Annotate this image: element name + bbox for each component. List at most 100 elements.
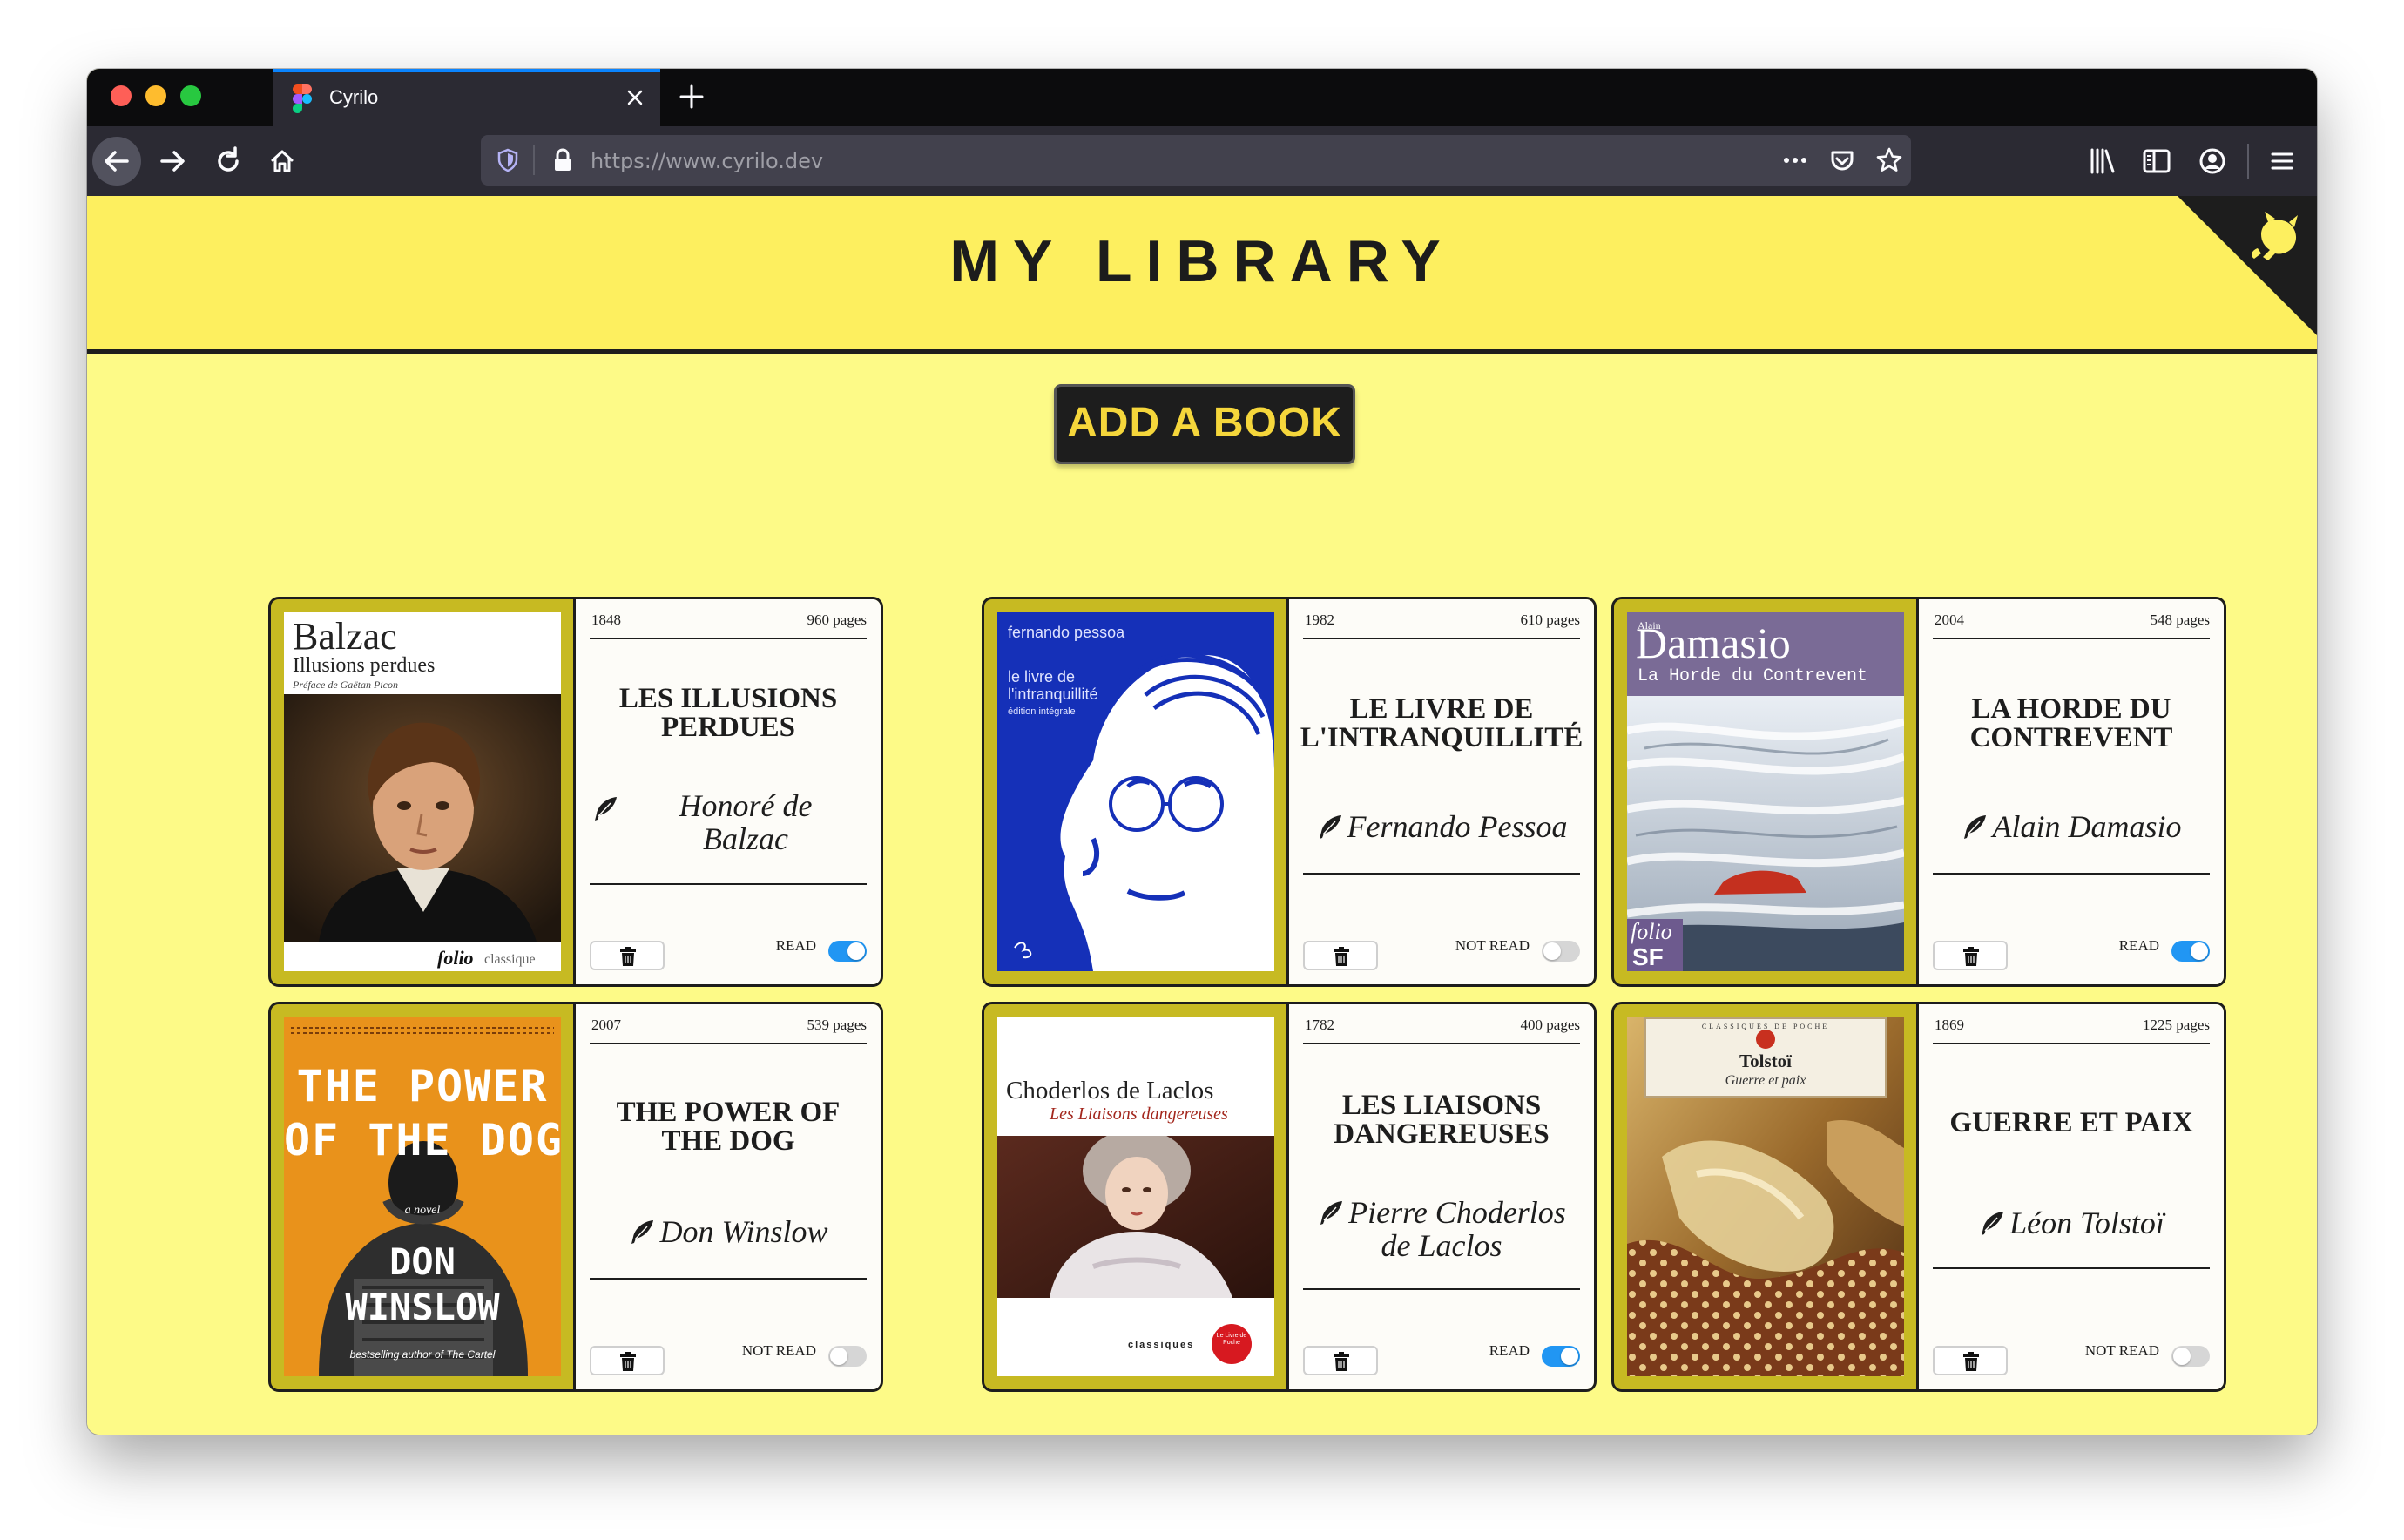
maximize-window-button[interactable]: [180, 85, 201, 106]
book-cover-frame: Alain Damasio La Horde du Contrevent fol…: [1614, 599, 1919, 984]
book-card: Choderlos de Laclos Les Liaisons dangere…: [982, 1002, 1597, 1392]
divider: [590, 1043, 867, 1044]
read-toggle[interactable]: [828, 1346, 867, 1367]
book-title: LA HORDE DU CONTREVENT: [1969, 693, 2173, 753]
read-status-label: READ: [1489, 1342, 1530, 1359]
close-tab-icon[interactable]: [622, 84, 648, 111]
divider: [1933, 873, 2210, 875]
book-year: 1782: [1305, 1017, 1334, 1033]
book-year: 1869: [1935, 1017, 1964, 1033]
book-cover-tolstoi: CLASSIQUES DE POCHE Tolstoï Guerre et pa…: [1627, 1017, 1904, 1376]
cover-tag: a novel: [404, 1204, 441, 1217]
delete-button[interactable]: [590, 1346, 665, 1375]
book-title: GUERRE ET PAIX: [1949, 1107, 2193, 1138]
read-status-label: READ: [2118, 937, 2159, 954]
library-icon[interactable]: [2087, 145, 2118, 177]
new-tab-icon[interactable]: [676, 81, 707, 112]
author-line: Balzac: [703, 821, 788, 856]
shield-icon[interactable]: [495, 147, 521, 173]
trash-icon: [620, 947, 636, 966]
account-icon[interactable]: [2197, 145, 2228, 177]
minimize-window-button[interactable]: [145, 85, 166, 106]
book-pages: 539 pages: [807, 1017, 867, 1033]
toggle-knob: [2173, 1348, 2191, 1365]
cover-publisher: Le Livre de Poche: [1216, 1333, 1247, 1346]
book-info: 2007 539 pages THE POWER OF THE DOG Don …: [576, 1004, 881, 1389]
trash-icon: [1334, 1352, 1349, 1371]
forward-button[interactable]: [148, 137, 197, 186]
cover-title: THE POWER: [296, 1061, 549, 1111]
book-cover-winslow: THE POWER OF THE DOG a novel DON WINSLOW…: [284, 1017, 561, 1376]
delete-button[interactable]: [590, 941, 665, 970]
read-toggle[interactable]: [1542, 1346, 1580, 1367]
book-cover-frame: THE POWER OF THE DOG a novel DON WINSLOW…: [271, 1004, 576, 1389]
delete-button[interactable]: [1303, 941, 1378, 970]
toolbar-divider: [2247, 144, 2249, 179]
read-toggle[interactable]: [2171, 1346, 2210, 1367]
delete-button[interactable]: [1303, 1346, 1378, 1375]
navigation-bar: https://www.cyrilo.dev: [87, 126, 2317, 197]
page-content: MY LIBRARY ADD A BOOK Balzac Illusions p…: [87, 196, 2317, 1435]
book-card: Alain Damasio La Horde du Contrevent fol…: [1611, 597, 2226, 987]
trash-icon: [1334, 947, 1349, 966]
figma-icon: [293, 84, 312, 114]
cover-author: DON: [389, 1240, 456, 1283]
book-title: THE POWER OF THE DOG: [616, 1097, 841, 1157]
cover-title: Les Liaisons dangereuses: [1050, 1104, 1228, 1124]
toggle-knob: [2191, 942, 2208, 960]
book-info: 1982 610 pages LE LIVRE DE L'INTRANQUILL…: [1289, 599, 1594, 984]
github-corner-icon[interactable]: [2178, 196, 2317, 335]
cover-title: Guerre et paix: [1725, 1073, 1806, 1088]
cover-collection: classique: [484, 952, 536, 967]
more-icon[interactable]: [1780, 147, 1810, 173]
book-cover-laclos: Choderlos de Laclos Les Liaisons dangere…: [997, 1017, 1274, 1376]
book-card: fernando pessoa le livre de l'intranquil…: [982, 597, 1597, 987]
cover-title: l'intranquillité: [1008, 686, 1098, 703]
cover-author: fernando pessoa: [1008, 624, 1125, 641]
book-card: Balzac Illusions perdues Préface de Gaët…: [268, 597, 883, 987]
book-title: LES ILLUSIONS PERDUES: [618, 683, 838, 743]
trash-icon: [1963, 947, 1979, 966]
home-button[interactable]: [258, 137, 307, 186]
publisher-seal: [1756, 1030, 1775, 1049]
cover-label: CLASSIQUES DE POCHE Tolstoï Guerre et pa…: [1644, 1017, 1887, 1098]
book-author: Honoré de Balzac: [625, 789, 867, 855]
lock-icon[interactable]: [550, 147, 575, 173]
back-button[interactable]: [92, 137, 141, 186]
tab-cyrilo[interactable]: Cyrilo: [273, 69, 660, 126]
menu-icon[interactable]: [2266, 145, 2298, 177]
book-pages: 548 pages: [2150, 611, 2210, 628]
book-card: THE POWER OF THE DOG a novel DON WINSLOW…: [268, 1002, 883, 1392]
reload-button[interactable]: [204, 137, 253, 186]
sidebar-icon[interactable]: [2141, 145, 2172, 177]
read-toggle[interactable]: [828, 941, 867, 962]
read-toggle[interactable]: [1542, 941, 1580, 962]
book-cover-frame: fernando pessoa le livre de l'intranquil…: [984, 599, 1289, 984]
divider: [1303, 638, 1580, 639]
read-toggle[interactable]: [2171, 941, 2210, 962]
quill-icon: [631, 1220, 654, 1244]
close-window-button[interactable]: [111, 85, 132, 106]
author-line: Pierre Choderlos: [1348, 1195, 1566, 1230]
url-text[interactable]: https://www.cyrilo.dev: [591, 149, 823, 173]
portrait-illustration: [997, 1136, 1274, 1298]
cover-publisher: folio: [1631, 919, 1672, 944]
book-cover-frame: Balzac Illusions perdues Préface de Gaët…: [271, 599, 576, 984]
tab-strip: Cyrilo: [87, 69, 2317, 126]
cover-author: WINSLOW: [345, 1286, 500, 1328]
pocket-icon[interactable]: [1827, 145, 1857, 175]
cover-blurb: bestselling author of The Cartel: [349, 1348, 496, 1361]
url-divider: [533, 145, 535, 175]
delete-button[interactable]: [1933, 941, 2008, 970]
arrow-left-icon: [105, 151, 129, 172]
star-icon[interactable]: [1874, 145, 1904, 175]
home-icon: [271, 150, 294, 172]
divider: [1303, 873, 1580, 875]
read-status-label: READ: [775, 937, 816, 954]
book-info: 1869 1225 pages GUERRE ET PAIX Léon Tols…: [1919, 1004, 2224, 1389]
book-author: Léon Tolstoï: [1933, 1206, 2210, 1239]
add-book-button[interactable]: ADD A BOOK: [1054, 384, 1355, 464]
delete-button[interactable]: [1933, 1346, 2008, 1375]
address-bar[interactable]: https://www.cyrilo.dev: [481, 135, 1911, 186]
book-pages: 400 pages: [1520, 1017, 1580, 1033]
